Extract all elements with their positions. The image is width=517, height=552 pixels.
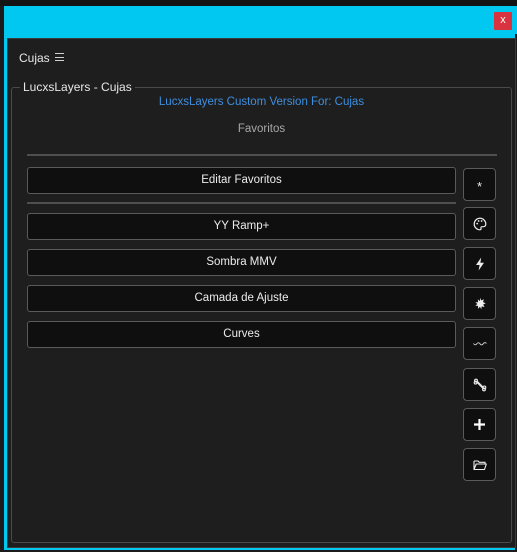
palette-button[interactable] — [463, 207, 496, 240]
favorites-heading: Favoritos — [237, 123, 286, 135]
favorite-button-camada-de-ajuste[interactable]: Camada de Ajuste — [27, 285, 456, 312]
wave-icon — [472, 341, 487, 345]
panel-title: Cujas — [19, 51, 50, 65]
add-button[interactable] — [463, 408, 496, 441]
panel-header: Cujas — [8, 39, 515, 75]
close-button[interactable]: x — [494, 12, 512, 30]
open-folder-button[interactable] — [463, 448, 496, 481]
folder-open-icon — [472, 459, 487, 470]
plus-icon — [474, 419, 485, 430]
bone-button[interactable] — [463, 368, 496, 401]
desktop-background: x Cujas LucxsLayers - Cujas LucxsLayers … — [0, 0, 517, 552]
hamburger-menu-icon[interactable] — [55, 53, 64, 61]
burst-button[interactable] — [463, 287, 496, 320]
favorite-button-curves[interactable]: Curves — [27, 321, 456, 348]
favorites-star-button[interactable]: * — [463, 168, 496, 201]
group-title: LucxsLayers - Cujas — [20, 80, 135, 95]
window-titlebar[interactable]: x — [4, 6, 517, 34]
palette-icon — [473, 217, 486, 230]
favorite-button-sombra-mmv[interactable]: Sombra MMV — [27, 249, 456, 276]
wave-button[interactable] — [463, 327, 496, 360]
lightning-button[interactable] — [463, 247, 496, 280]
lucxslayers-panel: Cujas LucxsLayers - Cujas LucxsLayers Cu… — [7, 38, 516, 548]
custom-version-label: LucxsLayers Custom Version For: Cujas — [158, 96, 365, 108]
divider-favorites — [27, 202, 456, 204]
edit-favorites-button[interactable]: Editar Favoritos — [27, 167, 456, 194]
bone-icon — [473, 378, 486, 391]
burst-icon — [474, 297, 486, 309]
divider-top — [27, 154, 497, 156]
star-icon: * — [476, 179, 483, 194]
lightning-icon — [475, 257, 484, 270]
favorite-button-yy-ramp[interactable]: YY Ramp+ — [27, 213, 456, 240]
